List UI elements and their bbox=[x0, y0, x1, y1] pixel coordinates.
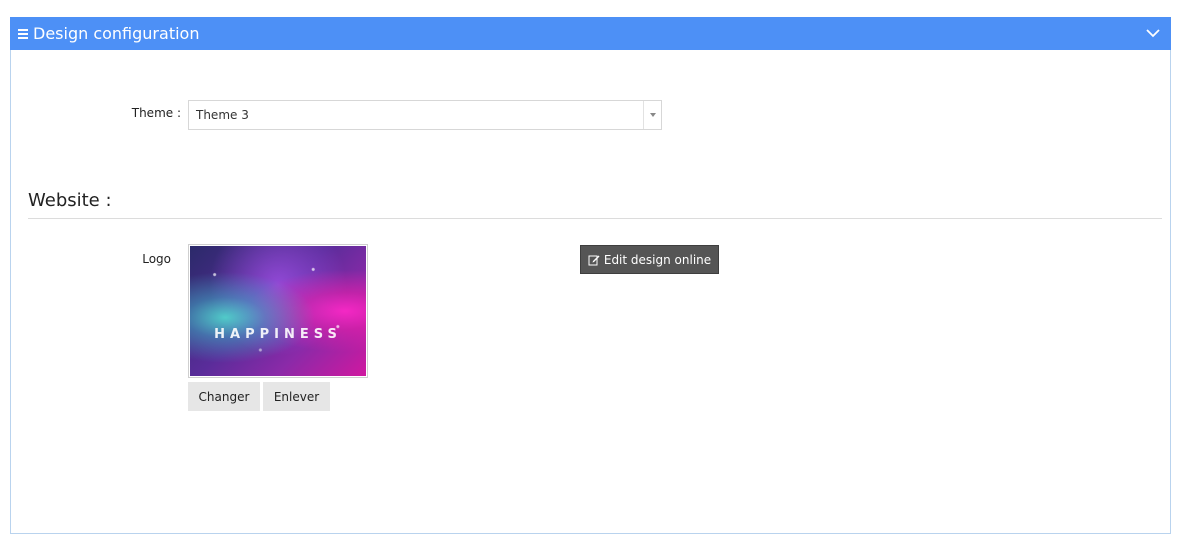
panel-title: Design configuration bbox=[33, 24, 200, 43]
logo-preview: HAPPINESS bbox=[188, 244, 368, 378]
section-divider bbox=[28, 218, 1162, 219]
chevron-down-icon[interactable] bbox=[1145, 26, 1161, 40]
remove-logo-button[interactable]: Enlever bbox=[263, 382, 330, 411]
hamburger-icon bbox=[18, 28, 28, 39]
logo-label: Logo bbox=[142, 252, 171, 266]
theme-selected-value: Theme 3 bbox=[196, 108, 249, 122]
select-arrow-icon bbox=[650, 113, 656, 117]
edit-design-online-button[interactable]: Edit design online bbox=[580, 245, 719, 274]
select-divider bbox=[643, 101, 644, 129]
edit-design-online-label: Edit design online bbox=[603, 252, 712, 267]
logo-text: HAPPINESS bbox=[214, 327, 342, 342]
logo-image: HAPPINESS bbox=[190, 246, 366, 376]
panel-header[interactable]: Design configuration bbox=[10, 17, 1171, 50]
edit-icon bbox=[588, 255, 600, 265]
website-section-title: Website : bbox=[28, 190, 112, 211]
design-configuration-panel: Design configuration Theme : Theme 3 Web… bbox=[10, 17, 1171, 534]
theme-label: Theme : bbox=[131, 106, 181, 120]
theme-select[interactable]: Theme 3 bbox=[188, 100, 662, 130]
change-logo-button[interactable]: Changer bbox=[188, 382, 260, 411]
